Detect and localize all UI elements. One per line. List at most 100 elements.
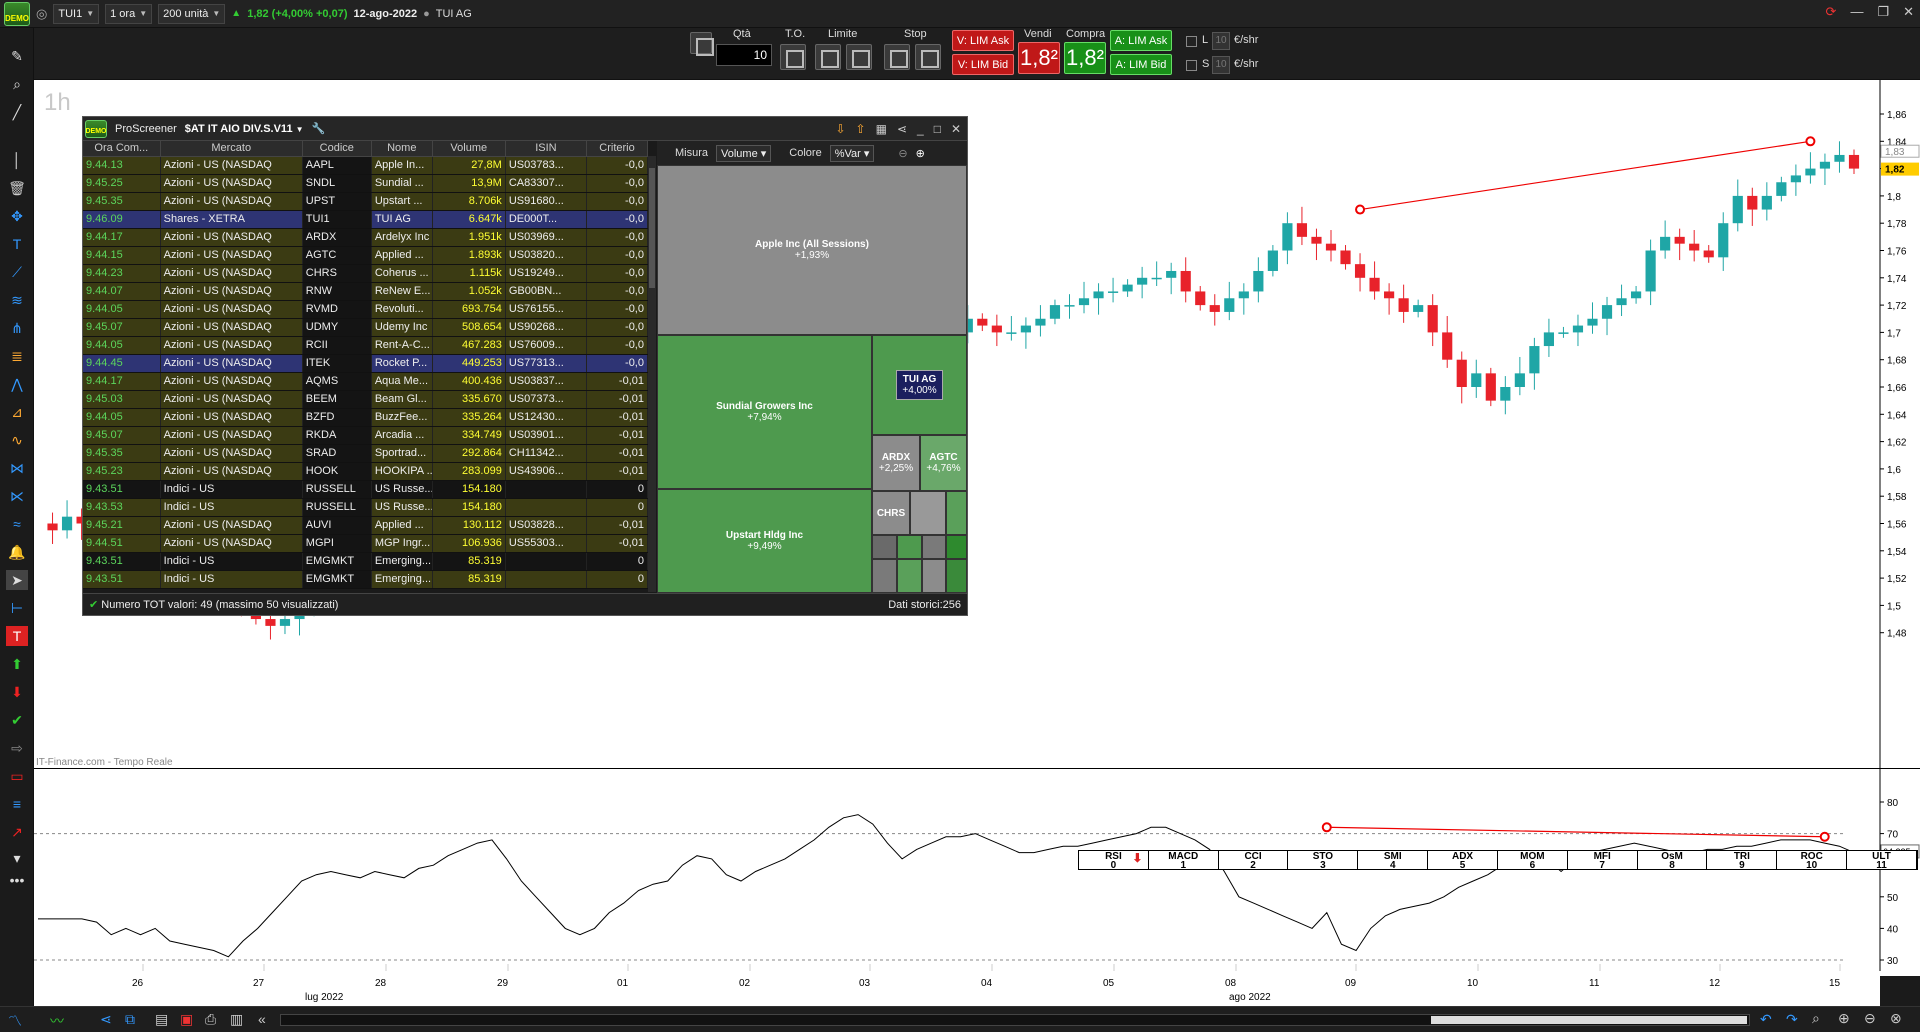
screener-list-selector[interactable]: $AT IT AIO DIV.S.V11 ▼: [185, 123, 304, 135]
screener-table[interactable]: Ora Com... Mercato Codice Nome Volume ISIN Cri…: [83, 141, 648, 591]
tab-macd[interactable]: MACD 1: [1149, 851, 1219, 871]
table-row[interactable]: 9.45.21 Azioni - US (NASDAQ AUVI Applied ..…: [83, 516, 648, 535]
zoom-icon[interactable]: ⌕: [6, 74, 28, 94]
zoom-fit-icon[interactable]: ⌕: [1812, 1010, 1820, 1027]
tab-roc[interactable]: ROC 10: [1777, 851, 1848, 871]
short-qty-field[interactable]: 10: [1212, 56, 1230, 74]
arrow-down-icon[interactable]: ⬇: [6, 682, 28, 702]
quantity-input[interactable]: 10: [716, 44, 772, 66]
tab-rsi[interactable]: RSI 0 ⬇: [1079, 851, 1149, 871]
share-icon[interactable]: ⋖: [100, 1011, 112, 1028]
table-row[interactable]: 9.44.05 Azioni - US (NASDAQ RCII Rent-A-C..…: [83, 336, 648, 355]
channel-icon[interactable]: ≋: [6, 290, 28, 310]
sell-lim-ask-button[interactable]: V: LIM Ask: [952, 30, 1014, 51]
divergence-point[interactable]: [1805, 136, 1816, 147]
indicator-icon[interactable]: 〰: [50, 1011, 64, 1031]
column-header[interactable]: Criterio: [586, 141, 648, 157]
measure-select[interactable]: Volume ▾: [716, 144, 772, 162]
tab-adx[interactable]: ADX 5: [1428, 851, 1498, 871]
cycles-icon[interactable]: ∿: [6, 430, 28, 450]
stop-sell-button[interactable]: [915, 44, 941, 70]
vertical-line-icon[interactable]: │: [6, 150, 28, 170]
treemap-cell-small[interactable]: [897, 559, 922, 593]
treemap-cell-small[interactable]: [922, 559, 946, 593]
table-row[interactable]: 9.44.15 Azioni - US (NASDAQ AGTC Applied ..…: [83, 246, 648, 265]
table-row[interactable]: 9.44.17 Azioni - US (NASDAQ ARDX Ardelyx In…: [83, 228, 648, 247]
table-row[interactable]: 9.44.45 Azioni - US (NASDAQ ITEK Rocket P..…: [83, 354, 648, 373]
treemap-cell-small[interactable]: [872, 559, 897, 593]
screener-titlebar[interactable]: DEMO ProScreener $AT IT AIO DIV.S.V11 ▼ …: [83, 117, 967, 141]
sell-lim-bid-button[interactable]: V: LIM Bid: [952, 54, 1014, 75]
column-header[interactable]: ISIN: [505, 141, 588, 157]
color-select[interactable]: %Var ▾: [829, 144, 875, 162]
more-icon[interactable]: •••: [6, 870, 28, 890]
chart-type-icon[interactable]: 〽: [8, 1011, 22, 1031]
text-tool-icon[interactable]: T: [6, 234, 28, 254]
trendline-icon[interactable]: ⟋: [6, 262, 28, 282]
chevron-down-icon[interactable]: ▾: [6, 848, 28, 868]
treemap-cell-small[interactable]: [910, 491, 946, 535]
zoom-in-icon[interactable]: ⊕: [1838, 1010, 1850, 1027]
treemap-panel[interactable]: Misura Volume ▾ Colore %Var ▾ ⊖ ⊕ Apple …: [657, 141, 967, 593]
sort-up-icon[interactable]: ⇧: [856, 122, 866, 136]
column-header[interactable]: Nome: [371, 141, 433, 157]
order-to-button[interactable]: [780, 44, 806, 70]
gann-icon[interactable]: ⊿: [6, 402, 28, 422]
treemap-cell-tui[interactable]: TUI AG +4,00%: [896, 370, 943, 400]
buy-lim-bid-button[interactable]: A: LIM Bid: [1110, 54, 1172, 75]
alert-icon[interactable]: ▣: [180, 1011, 193, 1028]
table-row[interactable]: 9.43.51 Indici - US RUSSELL US Russe... 154.…: [83, 480, 648, 499]
zoom-in-icon[interactable]: ⊕: [916, 147, 925, 160]
table-row[interactable]: 9.44.07 Azioni - US (NASDAQ RNW ReNew E... 1…: [83, 282, 648, 301]
table-row[interactable]: 9.44.17 Azioni - US (NASDAQ AQMS Aqua Me...…: [83, 372, 648, 391]
layout-icon[interactable]: ▥: [230, 1011, 243, 1028]
table-row[interactable]: 9.43.51 Indici - US EMGMKT Emerging... 85.31…: [83, 552, 648, 571]
elliott-icon[interactable]: ⋈: [6, 458, 28, 478]
zoom-reset-icon[interactable]: ⊗: [1890, 1010, 1902, 1027]
wrench-icon[interactable]: [690, 32, 714, 56]
treemap-cell-agtc[interactable]: AGTC +4,76%: [920, 435, 967, 491]
table-row[interactable]: 9.45.23 Azioni - US (NASDAQ HOOK HOOKIPA ..…: [83, 462, 648, 481]
scroll-left-icon[interactable]: «: [258, 1011, 266, 1027]
table-row[interactable]: 9.43.53 Indici - US RUSSELL US Russe... 154.…: [83, 498, 648, 517]
column-header[interactable]: Volume: [432, 141, 506, 157]
close-icon[interactable]: ✕: [1903, 4, 1914, 20]
scrollbar-thumb[interactable]: [1431, 1016, 1747, 1024]
marker-icon[interactable]: ▭: [6, 766, 28, 786]
window-icon[interactable]: ⧉: [125, 1011, 135, 1028]
sell-price-button[interactable]: 1,8²: [1018, 42, 1060, 74]
levels-icon[interactable]: ≡: [6, 794, 28, 814]
proscreener-window[interactable]: DEMO ProScreener $AT IT AIO DIV.S.V11 ▼ …: [82, 116, 968, 616]
treemap-cell-tui-container[interactable]: TUI AG +4,00%: [872, 335, 967, 435]
tab-sto[interactable]: STO 3: [1288, 851, 1359, 871]
alarm-icon[interactable]: ◎: [36, 6, 47, 22]
undo-icon[interactable]: ↶: [1760, 1011, 1772, 1028]
treemap-cell-small[interactable]: [946, 491, 967, 535]
bell-icon[interactable]: 🔔: [6, 542, 28, 562]
tab-ult[interactable]: ULT 11: [1847, 851, 1917, 871]
layout-icon[interactable]: ▦: [876, 122, 887, 136]
table-row[interactable]: 9.44.51 Azioni - US (NASDAQ MGPI MGP Ingr..…: [83, 534, 648, 553]
cursor-icon[interactable]: ➤: [6, 570, 28, 590]
refresh-icon[interactable]: ⟳: [1826, 4, 1837, 20]
treemap-cell-chrs[interactable]: CHRS: [872, 491, 910, 535]
share-icon[interactable]: ⋖: [897, 122, 907, 136]
column-header[interactable]: Mercato: [160, 141, 303, 157]
treemap-cell-small[interactable]: [897, 535, 922, 559]
fibonacci-icon[interactable]: ≣: [6, 346, 28, 366]
move-icon[interactable]: ✥: [6, 206, 28, 226]
table-row[interactable]: 9.44.05 Azioni - US (NASDAQ RVMD Revoluti..…: [83, 300, 648, 319]
table-row[interactable]: 9.45.25 Azioni - US (NASDAQ SNDL Sundial ..…: [83, 174, 648, 193]
treemap-cell-small[interactable]: [922, 535, 946, 559]
table-row[interactable]: 9.43.51 Indici - US EMGMKT Emerging... 85.31…: [83, 570, 648, 589]
short-checkbox[interactable]: [1186, 60, 1197, 71]
table-scrollbar[interactable]: [648, 156, 656, 592]
pen-icon[interactable]: ✎: [6, 46, 28, 66]
check-icon[interactable]: ✔: [6, 710, 28, 730]
tab-mom[interactable]: MOM 6: [1498, 851, 1568, 871]
table-row[interactable]: 9.45.07 Azioni - US (NASDAQ RKDA Arcadia ..…: [83, 426, 648, 445]
table-row[interactable]: 9.44.13 Azioni - US (NASDAQ AAPL Apple In..…: [83, 156, 648, 175]
tab-cci[interactable]: CCI 2: [1219, 851, 1289, 871]
divergence-point[interactable]: [1819, 831, 1830, 842]
treemap-cell-small[interactable]: [946, 535, 967, 559]
